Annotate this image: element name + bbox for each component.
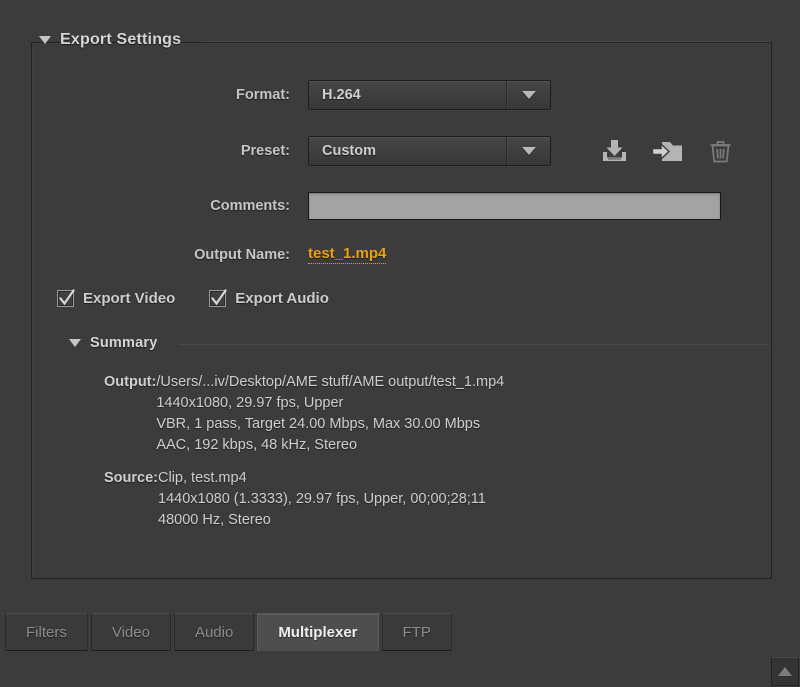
header-divider <box>202 41 770 42</box>
format-dropdown[interactable]: H.264 <box>308 80 551 110</box>
comments-row: Comments: <box>60 192 721 220</box>
scroll-up-button[interactable] <box>771 657 799 686</box>
preset-dropdown-arrow[interactable] <box>506 137 550 165</box>
format-label: Format: <box>60 87 308 103</box>
save-preset-icon <box>601 139 628 164</box>
preset-value: Custom <box>309 143 506 159</box>
tab-ftp[interactable]: FTP <box>382 613 452 651</box>
triangle-down-icon[interactable] <box>39 36 51 44</box>
checkbox-box[interactable] <box>57 290 74 307</box>
scrollbar-strip <box>0 657 800 687</box>
checkbox-box[interactable] <box>209 290 226 307</box>
summary-group-source: Source: Clip, test.mp4 1440x1080 (1.3333… <box>104 468 504 531</box>
summary-output-lines: /Users/...iv/Desktop/AME stuff/AME outpu… <box>156 372 504 456</box>
save-preset-button[interactable] <box>597 136 631 166</box>
summary-block: Output: /Users/...iv/Desktop/AME stuff/A… <box>104 372 504 543</box>
summary-group-output: Output: /Users/...iv/Desktop/AME stuff/A… <box>104 372 504 456</box>
checkmark-icon <box>57 288 76 310</box>
format-row: Format: H.264 <box>60 80 551 110</box>
import-preset-button[interactable] <box>650 136 684 166</box>
tab-audio[interactable]: Audio <box>174 613 254 651</box>
settings-tabbar: Filters Video Audio Multiplexer FTP <box>0 613 800 653</box>
triangle-up-icon <box>778 667 792 676</box>
export-video-label: Export Video <box>83 290 175 307</box>
summary-line: Clip, test.mp4 <box>158 468 504 489</box>
checkmark-icon <box>209 288 228 310</box>
summary-source-lines: Clip, test.mp4 1440x1080 (1.3333), 29.97… <box>158 468 504 531</box>
tab-multiplexer[interactable]: Multiplexer <box>257 613 378 651</box>
preset-tools <box>597 136 737 166</box>
output-name-row: Output Name: test_1.mp4 <box>60 245 386 264</box>
delete-preset-button[interactable] <box>703 136 737 166</box>
export-audio-label: Export Audio <box>235 290 329 307</box>
export-toggles: Export Video Export Audio <box>57 290 329 307</box>
output-name-link[interactable]: test_1.mp4 <box>308 245 386 264</box>
triangle-down-icon[interactable] <box>69 339 81 347</box>
export-audio-checkbox[interactable]: Export Audio <box>209 290 329 307</box>
tab-filters[interactable]: Filters <box>5 613 88 651</box>
summary-line: /Users/...iv/Desktop/AME stuff/AME outpu… <box>156 372 504 393</box>
delete-preset-icon <box>709 139 732 164</box>
format-dropdown-arrow[interactable] <box>506 81 550 109</box>
summary-header[interactable]: Summary <box>69 335 769 351</box>
summary-line: AAC, 192 kbps, 48 kHz, Stereo <box>156 435 504 456</box>
chevron-down-icon <box>522 147 536 155</box>
comments-input[interactable] <box>308 192 721 220</box>
preset-label: Preset: <box>60 143 308 159</box>
import-preset-icon <box>651 139 684 164</box>
summary-output-key: Output: <box>104 372 156 456</box>
summary-source-key: Source: <box>104 468 158 531</box>
page-title: Export Settings <box>60 31 181 49</box>
comments-label: Comments: <box>60 198 308 214</box>
export-video-checkbox[interactable]: Export Video <box>57 290 175 307</box>
export-settings-header[interactable]: Export Settings <box>39 31 770 49</box>
summary-divider <box>179 344 770 345</box>
preset-dropdown[interactable]: Custom <box>308 136 551 166</box>
tab-video[interactable]: Video <box>91 613 171 651</box>
summary-line: 48000 Hz, Stereo <box>158 510 504 531</box>
format-value: H.264 <box>309 87 506 103</box>
preset-row: Preset: Custom <box>60 136 551 166</box>
summary-line: 1440x1080 (1.3333), 29.97 fps, Upper, 00… <box>158 489 504 510</box>
summary-title: Summary <box>90 335 158 351</box>
chevron-down-icon <box>522 91 536 99</box>
summary-line: VBR, 1 pass, Target 24.00 Mbps, Max 30.0… <box>156 414 504 435</box>
output-name-label: Output Name: <box>60 247 308 263</box>
summary-line: 1440x1080, 29.97 fps, Upper <box>156 393 504 414</box>
